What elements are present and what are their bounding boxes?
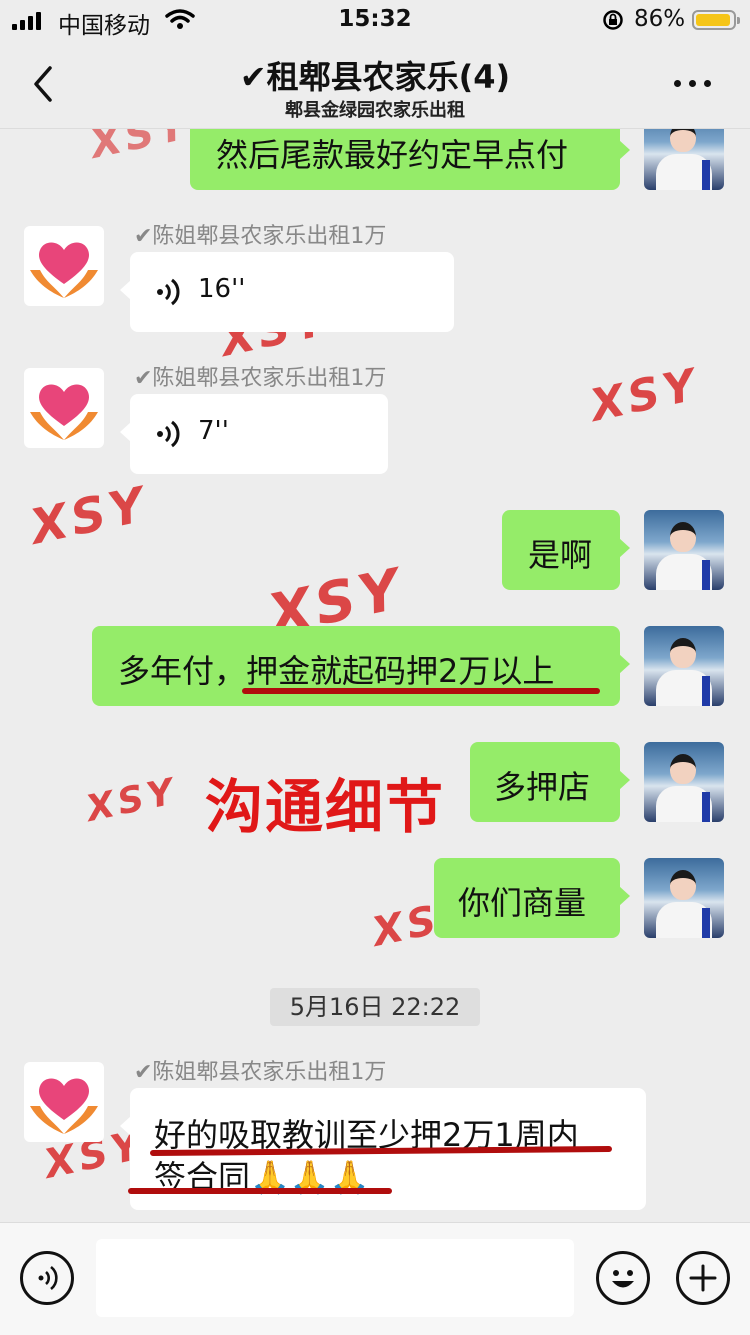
message-bubble[interactable]: 你们商量 (434, 858, 630, 938)
battery-icon (692, 10, 740, 30)
avatar[interactable] (24, 368, 104, 448)
message-bubble[interactable]: 多押店 (470, 742, 630, 822)
highlight-underline (242, 688, 600, 694)
status-bar: 中国移动 15:32 86% (0, 0, 750, 40)
message-bubble[interactable]: 是啊 (502, 510, 630, 590)
rotation-lock-icon (603, 10, 623, 30)
chat-title: ✔租郫县农家乐(4) (239, 58, 511, 96)
battery-percent: 86% (634, 6, 686, 32)
chat-subtitle: 郫县金绿园农家乐出租 (285, 100, 465, 121)
avatar[interactable] (644, 742, 724, 822)
plus-icon (689, 1264, 717, 1292)
timestamp: 5月16日 22:22 (270, 988, 480, 1026)
watermark-logo: XSY (585, 359, 704, 432)
avatar[interactable] (24, 1062, 104, 1142)
watermark-logo: XSY (25, 476, 153, 556)
heart-hands-icon (30, 384, 98, 440)
sender-name: ✔陈姐郫县农家乐出租1万 (134, 366, 387, 391)
message-bubble[interactable]: 多年付，押金就起码押2万以上 (92, 626, 630, 706)
heart-hands-icon (30, 242, 98, 298)
voice-message[interactable]: 7'' (120, 394, 388, 474)
avatar[interactable] (644, 510, 724, 590)
avatar[interactable] (644, 626, 724, 706)
emoji-button[interactable] (596, 1251, 650, 1305)
voice-message[interactable]: 16'' (120, 252, 454, 332)
emoji-icon (612, 1270, 634, 1288)
voice-wave-icon (157, 278, 180, 306)
message-input[interactable] (96, 1239, 574, 1317)
chat-header: ✔租郫县农家乐(4) 郫县金绿园农家乐出租 (0, 40, 750, 129)
watermark-logo: XSY (82, 770, 182, 831)
voice-wave-icon (157, 420, 180, 448)
avatar[interactable] (24, 226, 104, 306)
input-bar (0, 1222, 750, 1335)
voice-wave-icon (38, 1265, 58, 1291)
avatar[interactable] (644, 858, 724, 938)
annotation-label: 沟通细节 (205, 773, 446, 841)
sender-name: ✔陈姐郫县农家乐出租1万 (134, 1060, 387, 1085)
add-button[interactable] (676, 1251, 730, 1305)
highlight-underline (128, 1188, 392, 1194)
sender-name: ✔陈姐郫县农家乐出租1万 (134, 224, 387, 249)
more-dots-icon[interactable] (674, 80, 711, 87)
heart-hands-icon (30, 1078, 98, 1134)
voice-input-button[interactable] (20, 1251, 74, 1305)
